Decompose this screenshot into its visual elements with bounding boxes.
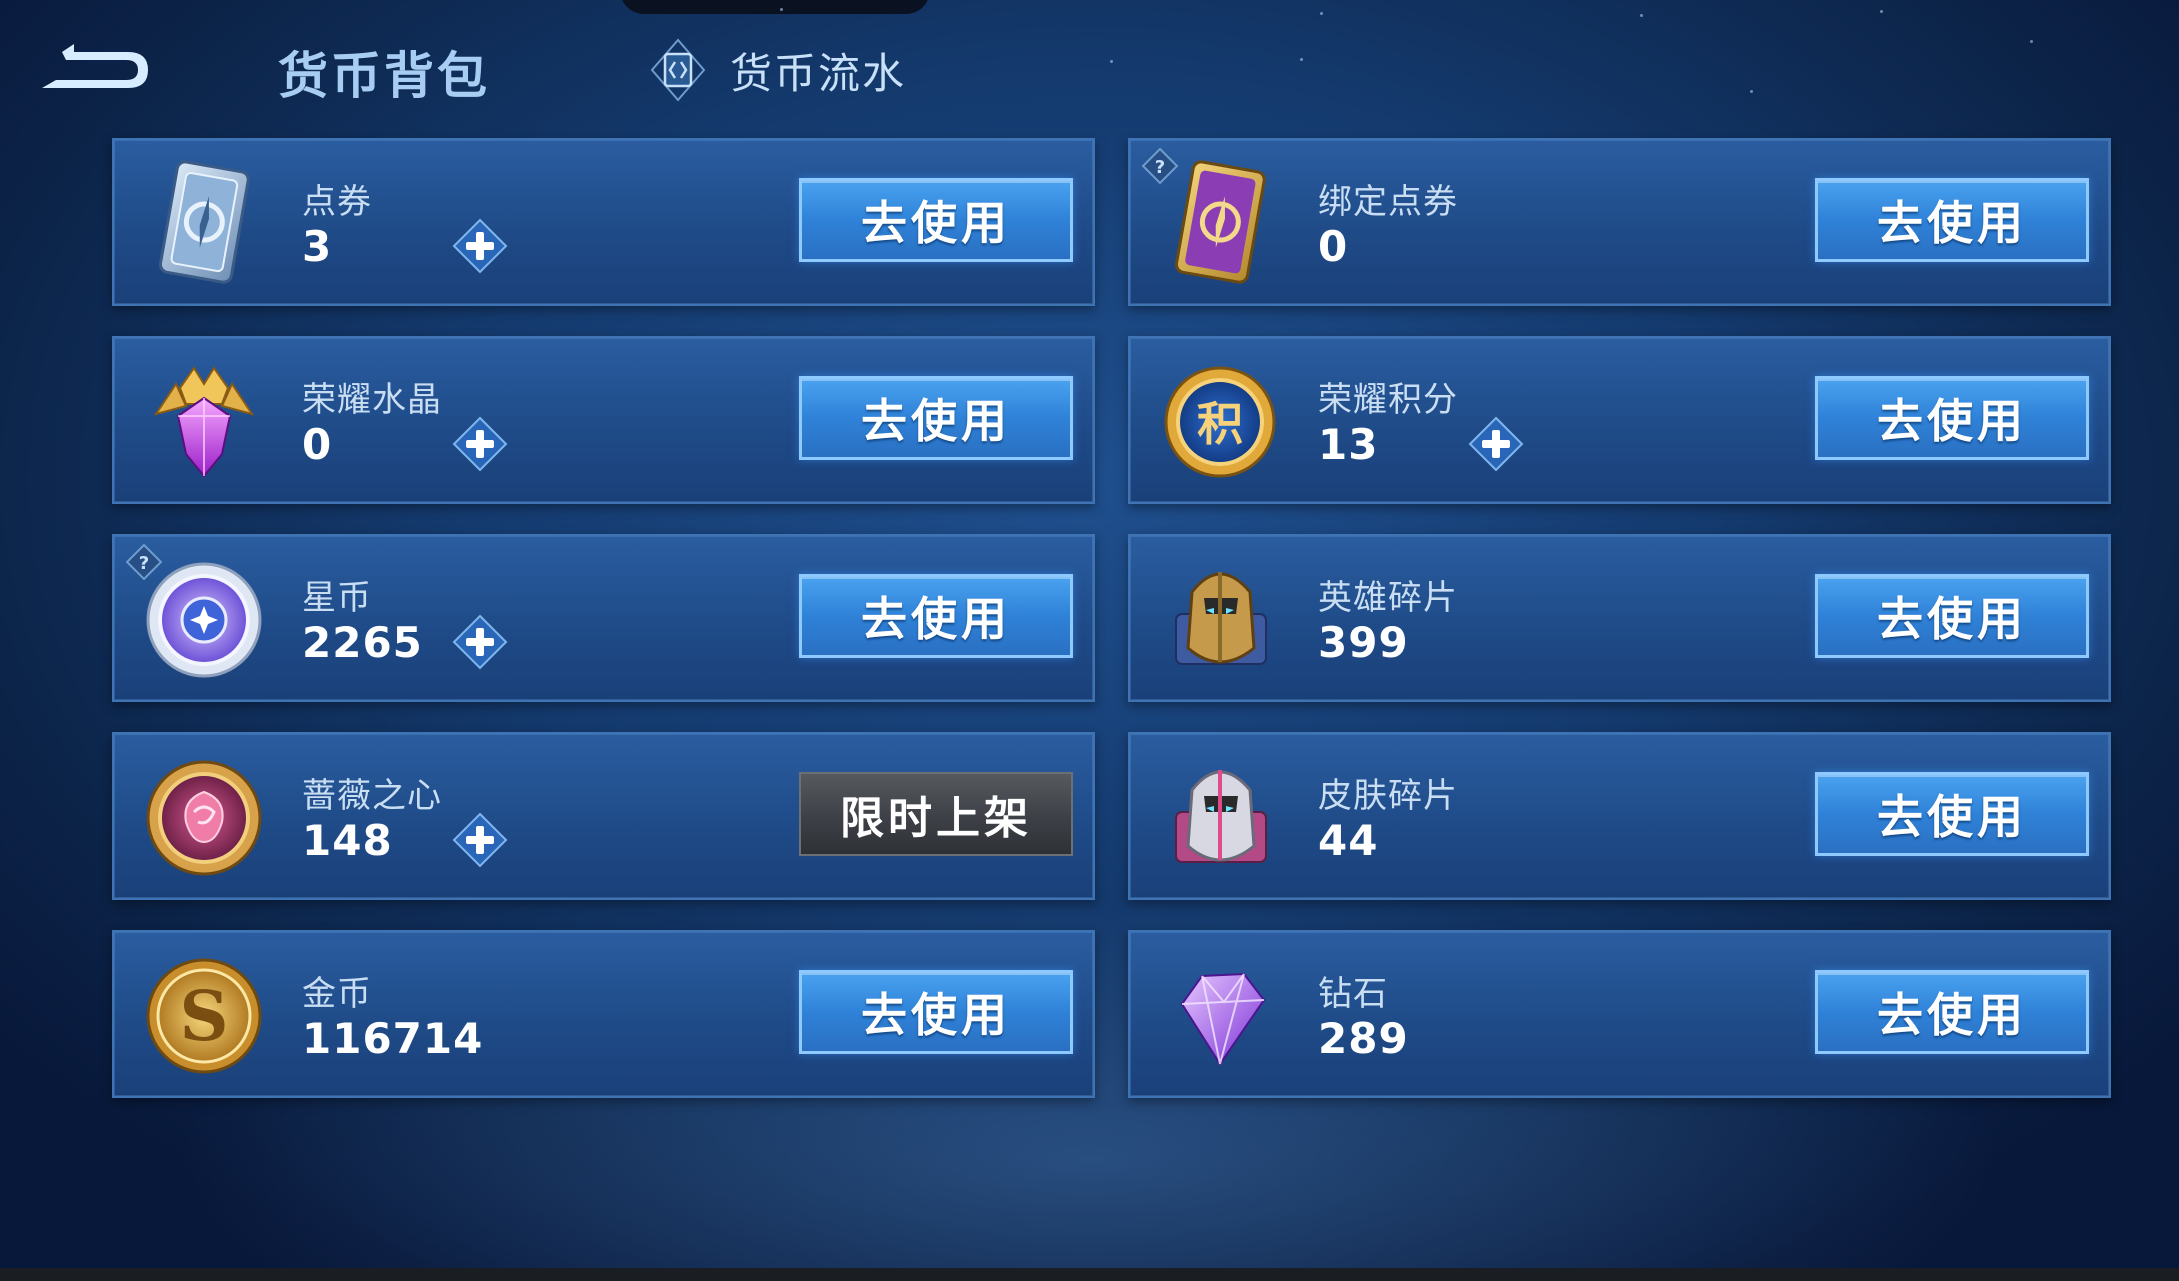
background-star (1750, 90, 1753, 93)
svg-text:积: 积 (1197, 397, 1243, 451)
background-star (2030, 40, 2033, 43)
currency-amount: 0 (1318, 222, 1349, 271)
diamond-icon (1152, 948, 1288, 1084)
currency-name: 蔷薇之心 (302, 776, 442, 816)
use-button[interactable]: 去使用 (799, 574, 1073, 658)
currency-card: ? 绑定点券 0 去使用 (1128, 138, 2111, 306)
page-title: 货币背包 (278, 47, 490, 105)
use-button[interactable]: 去使用 (1815, 772, 2089, 856)
skin-fragment-icon (1152, 750, 1288, 886)
use-button[interactable]: 去使用 (1815, 574, 2089, 658)
bottom-bar (0, 1268, 2179, 1281)
currency-amount: 116714 (302, 1014, 484, 1063)
plus-icon (452, 812, 508, 868)
currency-name: 荣耀积分 (1318, 380, 1458, 420)
star-coin-icon (136, 552, 272, 688)
use-button[interactable]: 去使用 (1815, 376, 2089, 460)
rose-heart-icon (136, 750, 272, 886)
currency-amount: 44 (1318, 816, 1379, 865)
background-star (1320, 12, 1323, 15)
use-button[interactable]: 去使用 (1815, 970, 2089, 1054)
currency-card: 积 荣耀积分 13 去使用 (1128, 336, 2111, 504)
svg-text:S: S (179, 977, 228, 1057)
use-button[interactable]: 去使用 (799, 970, 1073, 1054)
bound-voucher-card-icon (1152, 156, 1288, 292)
currency-amount: 13 (1318, 420, 1379, 469)
glory-crystal-icon (136, 354, 272, 490)
plus-icon (1468, 416, 1524, 472)
currency-card: 钻石 289 去使用 (1128, 930, 2111, 1098)
background-star (1110, 60, 1113, 63)
currency-card: 点券 3 去使用 (112, 138, 1095, 306)
hero-fragment-icon (1152, 552, 1288, 688)
background-star (1640, 14, 1643, 17)
currency-card: 英雄碎片 399 去使用 (1128, 534, 2111, 702)
plus-icon (452, 218, 508, 274)
currency-name: 点券 (302, 182, 372, 222)
add-currency-button[interactable] (450, 414, 510, 474)
add-currency-button[interactable] (450, 810, 510, 870)
currency-card: 荣耀水晶 0 去使用 (112, 336, 1095, 504)
currency-card: ? 星币 2265 去使用 (112, 534, 1095, 702)
currency-amount: 148 (302, 816, 393, 865)
currency-card: 皮肤碎片 44 去使用 (1128, 732, 2111, 900)
top-notch (620, 0, 930, 14)
glory-points-icon: 积 (1152, 354, 1288, 490)
back-arrow-icon (42, 44, 148, 88)
currency-name: 星币 (302, 578, 372, 618)
currency-name: 皮肤碎片 (1318, 776, 1458, 816)
use-button[interactable]: 去使用 (799, 178, 1073, 262)
currency-name: 荣耀水晶 (302, 380, 442, 420)
use-button[interactable]: 去使用 (799, 376, 1073, 460)
tab-currency-flow-label: 货币流水 (730, 48, 907, 98)
currency-card: S 金币 116714 去使用 (112, 930, 1095, 1098)
background-star (1300, 58, 1303, 61)
voucher-card-icon (136, 156, 272, 292)
currency-amount: 289 (1318, 1014, 1409, 1063)
currency-backpack-screen: 货币背包 货币流水 点券 3 去使用 ? 绑定点券 0 去使用 荣耀水晶 0 去… (0, 0, 2179, 1281)
gold-coin-icon: S (136, 948, 272, 1084)
add-currency-button[interactable] (450, 612, 510, 672)
add-currency-button[interactable] (1466, 414, 1526, 474)
currency-amount: 2265 (302, 618, 423, 667)
limited-time-button[interactable]: 限时上架 (799, 772, 1073, 856)
plus-icon (452, 416, 508, 472)
ledger-icon (650, 38, 706, 102)
currency-card: 蔷薇之心 148 限时上架 (112, 732, 1095, 900)
use-button[interactable]: 去使用 (1815, 178, 2089, 262)
background-star (1880, 10, 1883, 13)
currency-amount: 0 (302, 420, 333, 469)
background-star (780, 8, 783, 11)
currency-name: 英雄碎片 (1318, 578, 1458, 618)
currency-amount: 399 (1318, 618, 1409, 667)
currency-name: 绑定点券 (1318, 182, 1458, 222)
currency-amount: 3 (302, 222, 333, 271)
currency-name: 金币 (302, 974, 372, 1014)
add-currency-button[interactable] (450, 216, 510, 276)
plus-icon (452, 614, 508, 670)
back-button[interactable] (36, 36, 156, 100)
tab-currency-flow[interactable]: 货币流水 (648, 34, 906, 106)
currency-name: 钻石 (1318, 974, 1388, 1014)
